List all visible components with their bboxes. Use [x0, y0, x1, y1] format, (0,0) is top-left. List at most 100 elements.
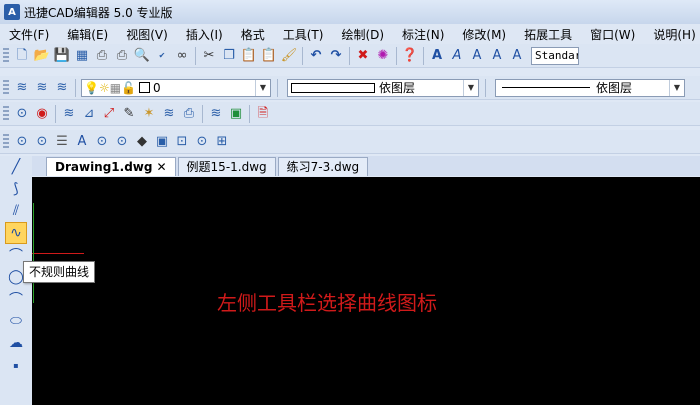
text-find-icon[interactable]: A: [487, 46, 507, 66]
tab-exercise-7-3[interactable]: 练习7-3.dwg: [277, 157, 369, 176]
layer-state-icon[interactable]: ≋: [52, 78, 72, 98]
region-icon[interactable]: ◆: [132, 132, 152, 152]
drawing-canvas[interactable]: 左侧工具栏选择曲线图标: [32, 177, 700, 405]
text-edit-icon[interactable]: A: [467, 46, 487, 66]
pen-icon[interactable]: ✎: [119, 104, 139, 124]
divide-icon[interactable]: ⊞: [212, 132, 232, 152]
menu-draw[interactable]: 绘制(D): [332, 26, 393, 43]
document-icon[interactable]: 🗎: [253, 104, 273, 124]
menu-help[interactable]: 说明(H): [644, 26, 700, 43]
binoculars-icon[interactable]: ∞: [172, 46, 192, 66]
menu-tools[interactable]: 工具(T): [274, 26, 333, 43]
text-scale-icon[interactable]: A: [507, 46, 527, 66]
tab-example-15-1[interactable]: 例题15-1.dwg: [177, 157, 276, 176]
mass-icon[interactable]: ▣: [152, 132, 172, 152]
ellipse-icon[interactable]: ⬭: [5, 310, 27, 332]
find-icon[interactable]: 🔍: [132, 46, 152, 66]
layer-select[interactable]: 💡 ☼ ▦ 🔓 0 ▼: [81, 78, 271, 97]
color-wheel-icon[interactable]: ◉: [32, 104, 52, 124]
menu-file[interactable]: 文件(F): [0, 26, 58, 43]
menu-dimension[interactable]: 标注(N): [393, 26, 453, 43]
layer-properties-icon[interactable]: ≋: [159, 104, 179, 124]
stretch-icon[interactable]: ⤢: [99, 104, 119, 124]
new-file-icon[interactable]: 🗋: [12, 46, 32, 66]
measure-icon[interactable]: ⊙: [192, 132, 212, 152]
menu-bar: 文件(F) 编辑(E) 视图(V) 插入(I) 格式 工具(T) 绘制(D) 标…: [0, 24, 700, 44]
save-icon[interactable]: 💾: [52, 46, 72, 66]
view-toolbar: ⊙ ◉ ≋ ⊿ ⤢ ✎ ✶ ≋ ⎙ ≋ ▣ 🗎: [0, 102, 700, 126]
document-tabs: Drawing1.dwg ✕ 例题15-1.dwg 练习7-3.dwg: [32, 156, 700, 176]
text-style-select[interactable]: Standard: [531, 46, 579, 65]
area-icon[interactable]: ⊙: [112, 132, 132, 152]
zoom-icon[interactable]: ⊙: [12, 132, 32, 152]
revision-cloud-icon[interactable]: ☁: [5, 332, 27, 354]
open-icon[interactable]: 📂: [32, 46, 52, 66]
block-icon[interactable]: ▣: [226, 104, 246, 124]
layer-previous-icon[interactable]: ≋: [32, 78, 52, 98]
fillet-icon[interactable]: ✶: [139, 104, 159, 124]
help-icon[interactable]: ❓: [400, 46, 420, 66]
copy-icon[interactable]: ❐: [219, 46, 239, 66]
toolbar-separator: [349, 46, 350, 65]
erase-icon[interactable]: ✖: [353, 46, 373, 66]
zoom-window-icon[interactable]: ⊙: [12, 104, 32, 124]
text-style-icon[interactable]: A: [427, 46, 447, 66]
print-icon[interactable]: ⎙: [92, 46, 112, 66]
linetype-select[interactable]: 依图层 ▼: [287, 78, 479, 97]
tab-drawing1[interactable]: Drawing1.dwg ✕: [46, 157, 176, 176]
paste-special-icon[interactable]: 📋: [259, 46, 279, 66]
toolbar-separator: [55, 104, 56, 123]
distance-icon[interactable]: ⊙: [92, 132, 112, 152]
layer-manager-icon[interactable]: ≋: [12, 78, 32, 98]
menu-window[interactable]: 窗口(W): [581, 26, 644, 43]
menu-extend-tools[interactable]: 拓展工具: [515, 26, 581, 43]
layer-icon[interactable]: ≋: [59, 104, 79, 124]
redo-icon[interactable]: ↷: [326, 46, 346, 66]
line-icon[interactable]: ╱: [5, 156, 27, 178]
menu-modify[interactable]: 修改(M): [453, 26, 515, 43]
lock-icon: 🔓: [121, 80, 137, 95]
cut-icon[interactable]: ✂: [199, 46, 219, 66]
text-icon[interactable]: A: [447, 46, 467, 66]
line-preview: [291, 82, 375, 93]
menu-format[interactable]: 格式: [232, 26, 274, 43]
arc-3pt-icon[interactable]: ⌒: [5, 288, 27, 310]
plotter-icon[interactable]: ⎙: [179, 104, 199, 124]
toolbar-separator: [302, 46, 303, 65]
menu-insert[interactable]: 插入(I): [177, 26, 232, 43]
title-bar: A 迅捷CAD编辑器 5.0 专业版: [0, 0, 700, 24]
toolbar-grip[interactable]: [3, 47, 9, 64]
menu-edit[interactable]: 编辑(E): [58, 26, 117, 43]
chevron-down-icon: ▼: [255, 79, 270, 96]
paste-icon[interactable]: 📋: [239, 46, 259, 66]
zoom-previous-icon[interactable]: ⊙: [32, 132, 52, 152]
purge-icon[interactable]: ✺: [373, 46, 393, 66]
list-icon[interactable]: ☰: [52, 132, 72, 152]
undo-icon[interactable]: ↶: [306, 46, 326, 66]
toolbar-separator: [277, 78, 278, 97]
toolbar-grip[interactable]: [3, 133, 9, 150]
toolbar-separator: [75, 78, 76, 97]
print-preview-icon[interactable]: ▦: [72, 46, 92, 66]
lineweight-select[interactable]: 依图层 ▼: [495, 78, 685, 97]
spell-check-icon[interactable]: ✔: [152, 46, 172, 66]
tab-label: 练习7-3.dwg: [286, 160, 360, 174]
align-icon[interactable]: ⊿: [79, 104, 99, 124]
match-properties-icon[interactable]: 🖌: [279, 46, 299, 66]
tab-label: Drawing1.dwg: [55, 160, 153, 174]
spline-icon[interactable]: ∿: [5, 222, 27, 244]
text-zoom-icon[interactable]: A: [72, 132, 92, 152]
canvas-hint-text: 左侧工具栏选择曲线图标: [217, 291, 437, 315]
layer-walk-icon[interactable]: ≋: [206, 104, 226, 124]
toolbar-grip[interactable]: [3, 105, 9, 122]
close-icon[interactable]: ✕: [156, 160, 166, 174]
polyline-icon[interactable]: ⟆: [5, 178, 27, 200]
multiline-icon[interactable]: ⫽: [5, 200, 27, 222]
plot-icon[interactable]: ⎙: [112, 46, 132, 66]
point-icon[interactable]: ▪: [5, 354, 27, 376]
id-point-icon[interactable]: ⊡: [172, 132, 192, 152]
sun-icon: ☼: [98, 80, 110, 95]
menu-view[interactable]: 视图(V): [117, 26, 177, 43]
toolbar-grip[interactable]: [3, 79, 9, 96]
layer-color-icon: [139, 82, 151, 93]
